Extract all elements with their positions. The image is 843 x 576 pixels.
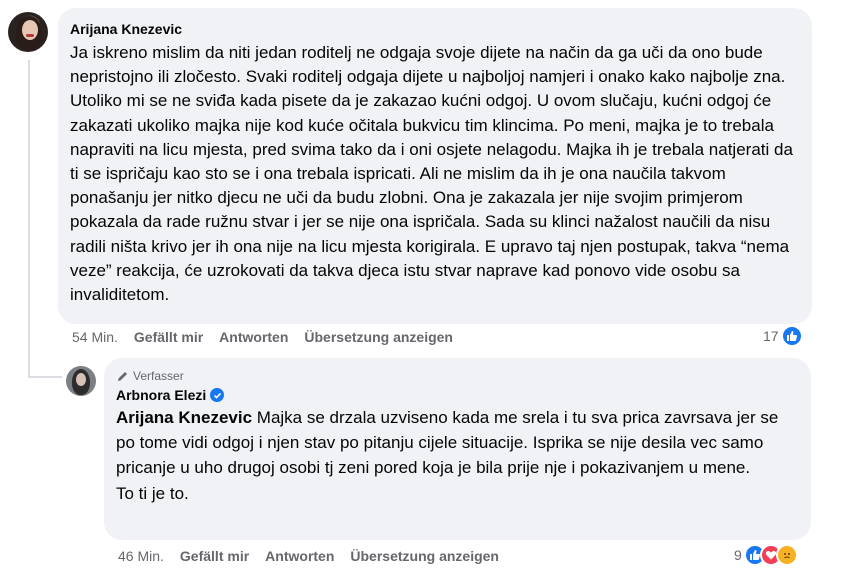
like-button[interactable]: Gefällt mir <box>134 329 203 345</box>
translate-button[interactable]: Übersetzung anzeigen <box>350 548 499 564</box>
reaction-summary[interactable]: 9 <box>734 544 798 566</box>
thread-line <box>28 60 30 376</box>
reaction-count: 9 <box>734 547 742 563</box>
reply-time[interactable]: 46 Min. <box>118 548 164 564</box>
reply-author[interactable]: Arbnora Elezi <box>116 386 206 404</box>
like-icon <box>780 325 803 347</box>
author-badge: Verfasser <box>116 368 799 384</box>
comment-bubble: Arijana Knezevic Ja iskreno mislim da ni… <box>58 8 812 324</box>
sad-icon <box>775 544 798 566</box>
thread-connector <box>28 376 62 378</box>
avatar[interactable] <box>8 12 48 52</box>
reply-bubble: Verfasser Arbnora Elezi Arijana Knezevic… <box>104 358 811 540</box>
comment-text: Ja iskreno mislim da niti jedan roditelj… <box>70 43 793 305</box>
badge-label: Verfasser <box>133 369 184 383</box>
like-button[interactable]: Gefällt mir <box>180 548 249 564</box>
reply-button[interactable]: Antworten <box>265 548 334 564</box>
translate-button[interactable]: Übersetzung anzeigen <box>304 329 453 345</box>
verified-icon <box>210 388 225 402</box>
avatar-face <box>76 373 86 386</box>
comment-author[interactable]: Arijana Knezevic <box>70 20 800 38</box>
mention-link[interactable]: Arijana Knezevic <box>116 408 252 427</box>
avatar-face <box>22 20 38 40</box>
reply-text: Arijana Knezevic Majka se drzala uzvisen… <box>116 405 799 480</box>
reply-avatar[interactable] <box>66 366 96 396</box>
reaction-count: 17 <box>763 328 779 344</box>
reply-button[interactable]: Antworten <box>219 329 288 345</box>
pen-icon <box>116 370 129 383</box>
comment-actions: 54 Min. Gefällt mir Antworten Übersetzun… <box>72 329 469 345</box>
reaction-summary[interactable]: 17 <box>763 325 803 347</box>
comment-time[interactable]: 54 Min. <box>72 329 118 345</box>
avatar-lip <box>26 34 34 37</box>
reply-text-line2: To ti je to. <box>116 484 189 503</box>
reply-author-row: Arbnora Elezi <box>116 386 799 404</box>
reply-actions: 46 Min. Gefällt mir Antworten Übersetzun… <box>118 548 515 564</box>
